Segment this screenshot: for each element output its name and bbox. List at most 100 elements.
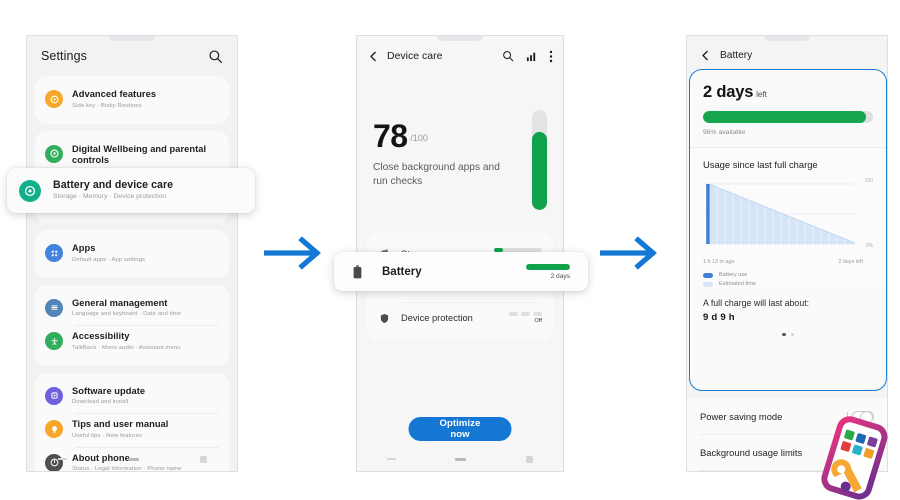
chart-x-axis-labels: 1 h 13 m ago 2 days left (703, 259, 873, 265)
battery-screen: Battery 2 days left 96% available Usage s… (686, 35, 888, 472)
nav-recents-icon (57, 458, 67, 460)
phone-notch (764, 36, 810, 41)
usage-section-title: Usage since last full charge (703, 159, 818, 170)
advanced-features-icon (45, 90, 63, 108)
item-title: Battery and device care (53, 178, 174, 191)
sidebar-item-apps[interactable]: Apps Default apps · App settings (35, 237, 229, 271)
nav-home-icon (127, 457, 139, 461)
protection-state: Off (534, 318, 542, 325)
battery-progress-bar (703, 111, 873, 123)
phone-notch (437, 36, 483, 41)
page-title: Device care (387, 50, 443, 62)
phone-notch (109, 36, 155, 41)
shield-icon (378, 312, 390, 324)
battery-time-remaining: 2 days (550, 272, 570, 280)
item-label: Battery (382, 265, 422, 278)
item-subtitle: Download and install (72, 399, 129, 405)
item-title: Software update (72, 385, 146, 396)
phone-with-wrench-logo (812, 412, 898, 500)
pager-dot-1 (782, 333, 786, 337)
chart-legend: Battery use Estimated time (703, 272, 873, 287)
apps-icon (45, 244, 63, 262)
battery-summary-card: 2 days left 96% available Usage since las… (689, 69, 887, 391)
battery-usage-chart: 100 0% (703, 178, 873, 258)
page-title: Settings (41, 49, 87, 63)
legend-item-battery-use: Battery use (703, 272, 873, 278)
item-subtitle: Language and keyboard · Date and time (72, 311, 182, 317)
chart-xtick-start: 1 h 13 m ago (703, 259, 735, 265)
item-subtitle: TalkBack · Mono audio · Assistant menu (72, 344, 181, 351)
item-label: Device protection (401, 313, 473, 323)
header-actions (502, 50, 553, 63)
bar-chart-icon[interactable] (526, 51, 537, 62)
item-title: Advanced features (72, 89, 157, 99)
wellbeing-icon (45, 144, 63, 163)
score-message: Close background apps and run checks (373, 162, 500, 187)
battery-device-care-icon (19, 179, 41, 202)
item-subtitle: Side key · Bixby Routines (72, 102, 142, 109)
system-navigation-bar (27, 451, 237, 467)
nav-back-icon (199, 455, 207, 463)
legend-swatch-battery-use (703, 272, 713, 278)
sidebar-item-general-management[interactable]: General management Language and keyboard… (35, 292, 229, 326)
device-score-section: 78/100 Close background apps and run che… (357, 76, 563, 210)
item-title: Apps (72, 243, 96, 253)
logo-svg (821, 416, 888, 500)
sidebar-item-accessibility[interactable]: Accessibility TalkBack · Mono audio · As… (35, 325, 229, 359)
settings-list: Advanced features Side key · Bixby Routi… (27, 76, 237, 471)
settings-group-4: General management Language and keyboard… (35, 284, 229, 366)
settings-screen: Settings Advanced features Side key · Bi… (26, 35, 238, 472)
software-update-icon (45, 386, 63, 405)
general-management-icon (45, 298, 63, 317)
legend-label: Battery use (719, 272, 748, 278)
chevron-left-icon[interactable] (699, 49, 712, 62)
gauge-fill (532, 132, 547, 210)
battery-summary-top: 2 days left 96% available (690, 70, 886, 147)
chart-ytick-bottom: 0% (865, 243, 873, 249)
device-score-gauge (532, 110, 547, 210)
item-subtitle: Useful tips · New features (72, 432, 143, 439)
item-title: Tips and user manual (72, 419, 169, 429)
sidebar-item-advanced-features[interactable]: Advanced features Side key · Bixby Routi… (35, 83, 229, 117)
chevron-left-icon[interactable] (367, 50, 380, 63)
settings-header: Settings (27, 36, 237, 76)
score-denominator: /100 (410, 133, 428, 143)
sidebar-item-tips-user-manual[interactable]: Tips and user manual Useful tips · New f… (35, 413, 229, 447)
chart-xtick-end: 2 days left (838, 259, 863, 265)
list-item-device-protection[interactable]: Device protection Off (367, 302, 553, 334)
chart-svg (703, 183, 856, 245)
nav-home-icon (455, 457, 467, 461)
sidebar-item-software-update[interactable]: Software update Download and install (35, 380, 229, 414)
item-title: General management (72, 297, 168, 308)
nav-recents-icon (386, 458, 396, 460)
score-value: 78 (373, 118, 408, 154)
full-charge-section: A full charge will last about: 9 d 9 h (690, 298, 886, 337)
battery-left-label: left (756, 89, 767, 99)
screenshot-stage: Settings Advanced features Side key · Bi… (0, 0, 900, 500)
highlighted-battery-and-device-care-item[interactable]: Battery and device care Storage · Memory… (7, 168, 255, 213)
item-title: Digital Wellbeing and parental controls (72, 143, 207, 165)
battery-usage-section: Usage since last full charge 100 0% 1 h … (690, 147, 886, 287)
battery-available-label: 96% available (703, 129, 746, 136)
battery-days-remaining: 2 days left (703, 83, 767, 101)
pager-dot-2 (790, 333, 794, 337)
system-navigation-bar (357, 451, 563, 467)
battery-level-bar (526, 263, 570, 270)
legend-label: Estimated time (719, 281, 756, 287)
item-subtitle: Storage · Memory · Device protection (53, 193, 167, 201)
item-subtitle: Default apps · App settings (72, 256, 146, 263)
full-charge-value: 9 d 9 h (703, 312, 735, 323)
search-icon[interactable] (502, 50, 514, 62)
accessibility-icon (45, 332, 63, 350)
overflow-menu-icon[interactable] (549, 50, 553, 63)
highlighted-battery-item[interactable]: Battery 2 days (334, 252, 588, 291)
optimize-now-button[interactable]: Optimize now (408, 417, 512, 441)
page-title: Battery (720, 49, 753, 61)
nav-back-icon (526, 455, 534, 463)
tips-icon (45, 420, 63, 438)
device-care-header: Device care (357, 36, 563, 76)
search-icon[interactable] (208, 49, 223, 64)
legend-swatch-estimated-time (703, 281, 713, 287)
settings-group-3: Apps Default apps · App settings (35, 230, 229, 278)
card-pager[interactable] (703, 333, 873, 337)
